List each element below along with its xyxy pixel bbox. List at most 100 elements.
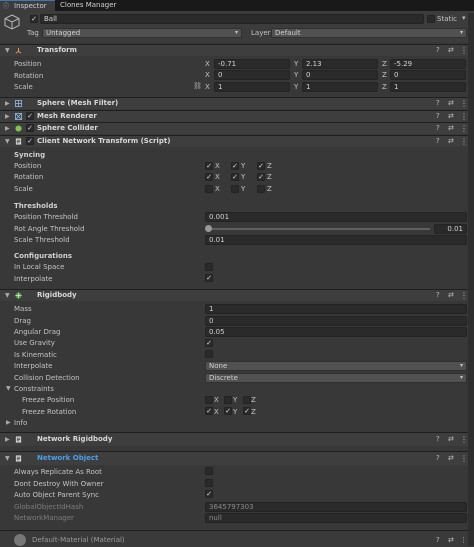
rotation-z-field[interactable]: 0 <box>390 70 466 80</box>
sync-position-x-checkbox[interactable]: ✓ <box>205 162 213 170</box>
sync-rotation-x-checkbox[interactable]: ✓ <box>205 173 213 181</box>
rotation-x-field[interactable]: 0 <box>214 70 290 80</box>
help-icon[interactable]: ? <box>436 536 440 544</box>
tag-dropdown[interactable]: Untagged ▾ <box>42 28 242 38</box>
help-icon[interactable]: ? <box>436 123 440 134</box>
cnt-interpolate-checkbox[interactable]: ✓ <box>205 274 213 282</box>
mesh-renderer-enabled-checkbox[interactable]: ✓ <box>26 112 34 120</box>
foldout-arrow-icon[interactable]: ▶ <box>5 111 10 122</box>
more-menu-icon[interactable]: ⋮ <box>460 98 468 109</box>
freeze-rotation-x-checkbox[interactable]: ✓ <box>205 407 213 415</box>
more-menu-icon[interactable]: ⋮ <box>460 45 468 56</box>
scale-y-field[interactable]: 1 <box>302 82 378 92</box>
link-icon[interactable]: ⛓ <box>193 82 202 90</box>
preset-icon[interactable]: ⇄ <box>448 433 454 446</box>
sphere-collider-header[interactable]: ▶ ✓ Sphere Collider ? ⇄ ⋮ <box>0 122 474 134</box>
mesh-renderer-header[interactable]: ▶ ✓ Mesh Renderer ? ⇄ ⋮ <box>0 110 474 122</box>
more-menu-icon[interactable]: ⋮ <box>460 290 468 301</box>
more-menu-icon[interactable]: ⋮ <box>460 123 468 134</box>
in-local-space-checkbox[interactable] <box>205 263 213 271</box>
help-icon[interactable]: ? <box>436 111 440 122</box>
collision-detection-dropdown[interactable]: Discrete ▾ <box>205 373 467 383</box>
always-replicate-checkbox[interactable] <box>205 467 213 475</box>
preset-icon[interactable]: ⇄ <box>448 536 454 544</box>
rot-angle-slider-handle[interactable] <box>205 225 212 232</box>
more-menu-icon[interactable]: ⋮ <box>460 111 468 122</box>
more-menu-icon[interactable]: ⋮ <box>460 452 468 465</box>
mass-field[interactable]: 1 <box>205 304 467 314</box>
layer-dropdown[interactable]: Default ▾ <box>271 28 467 38</box>
position-x-field[interactable]: -0.71 <box>214 59 290 69</box>
help-icon[interactable]: ? <box>436 45 440 56</box>
constraints-foldout-icon[interactable]: ▼ <box>6 385 11 392</box>
is-kinematic-checkbox[interactable] <box>205 350 213 358</box>
preset-icon[interactable]: ⇄ <box>448 136 454 147</box>
auto-parent-sync-checkbox[interactable]: ✓ <box>205 490 213 498</box>
constraints-label[interactable]: Constraints <box>14 385 54 393</box>
preset-icon[interactable]: ⇄ <box>448 290 454 301</box>
preset-icon[interactable]: ⇄ <box>448 123 454 134</box>
position-z-field[interactable]: -5.29 <box>390 59 466 69</box>
freeze-rotation-y-checkbox[interactable]: ✓ <box>224 407 232 415</box>
rotation-y-field[interactable]: 0 <box>302 70 378 80</box>
info-foldout-icon[interactable]: ▶ <box>6 419 11 426</box>
client-network-transform-header[interactable]: ▼ ✓ Client Network Transform (Script) ? ⇄… <box>0 135 474 147</box>
help-icon[interactable]: ? <box>436 98 440 109</box>
network-object-header[interactable]: ▼ Network Object ? ⇄ ⋮ <box>0 451 474 465</box>
more-menu-icon[interactable]: ⋮ <box>460 433 468 446</box>
sync-position-z-checkbox[interactable]: ✓ <box>257 162 265 170</box>
rot-angle-threshold-field[interactable]: 0.01 <box>434 224 467 234</box>
sync-scale-z-checkbox[interactable] <box>257 185 265 193</box>
info-label[interactable]: Info <box>14 419 27 427</box>
scale-threshold-field[interactable]: 0.01 <box>205 235 467 245</box>
freeze-position-x-checkbox[interactable] <box>205 396 213 404</box>
scale-z-field[interactable]: 1 <box>390 82 466 92</box>
dont-destroy-checkbox[interactable] <box>205 479 213 487</box>
more-menu-icon[interactable]: ⋮ <box>460 536 467 544</box>
help-icon[interactable]: ? <box>436 433 440 446</box>
help-icon[interactable]: ? <box>436 452 440 465</box>
tab-inspector[interactable]: ⓘ Inspector <box>0 0 55 11</box>
preset-icon[interactable]: ⇄ <box>448 98 454 109</box>
sync-rotation-z-checkbox[interactable]: ✓ <box>257 173 265 181</box>
scale-x-field[interactable]: 1 <box>214 82 290 92</box>
freeze-position-z-checkbox[interactable] <box>243 396 251 404</box>
angular-drag-field[interactable]: 0.05 <box>205 327 467 337</box>
foldout-arrow-icon[interactable]: ▼ <box>5 136 10 147</box>
sync-scale-y-checkbox[interactable] <box>231 185 239 193</box>
transform-header[interactable]: ▼ Transform ? ⇄ ⋮ <box>0 44 474 56</box>
tab-clones-manager[interactable]: Clones Manager <box>58 0 128 11</box>
position-y-field[interactable]: 2.13 <box>302 59 378 69</box>
preset-icon[interactable]: ⇄ <box>448 45 454 56</box>
foldout-arrow-icon[interactable]: ▼ <box>5 45 10 56</box>
position-threshold-field[interactable]: 0.001 <box>205 212 467 222</box>
help-icon[interactable]: ? <box>436 136 440 147</box>
vertical-scrollbar[interactable] <box>468 13 474 546</box>
sync-rotation-y-checkbox[interactable]: ✓ <box>231 173 239 181</box>
foldout-arrow-icon[interactable]: ▶ <box>5 123 10 134</box>
foldout-arrow-icon[interactable]: ▶ <box>5 98 10 109</box>
freeze-rotation-z-checkbox[interactable]: ✓ <box>243 407 251 415</box>
object-name-field[interactable]: Ball <box>40 14 424 24</box>
active-checkbox[interactable]: ✓ <box>30 15 38 23</box>
help-icon[interactable]: ? <box>436 290 440 301</box>
client-network-transform-enabled-checkbox[interactable]: ✓ <box>26 137 34 145</box>
mesh-filter-header[interactable]: ▶ Sphere (Mesh Filter) ? ⇄ ⋮ <box>0 97 474 109</box>
sync-scale-x-checkbox[interactable] <box>205 185 213 193</box>
foldout-arrow-icon[interactable]: ▼ <box>5 290 10 301</box>
freeze-position-y-checkbox[interactable] <box>224 396 232 404</box>
foldout-arrow-icon[interactable]: ▶ <box>5 433 10 446</box>
static-checkbox[interactable] <box>427 15 435 23</box>
rot-angle-slider-track[interactable] <box>208 228 430 230</box>
rigidbody-header[interactable]: ▼ Rigidbody ? ⇄ ⋮ <box>0 289 474 301</box>
sync-position-y-checkbox[interactable]: ✓ <box>231 162 239 170</box>
drag-field[interactable]: 0 <box>205 316 467 326</box>
foldout-arrow-icon[interactable]: ▼ <box>5 452 10 465</box>
network-rigidbody-header[interactable]: ▶ Network Rigidbody ? ⇄ ⋮ <box>0 432 474 446</box>
preset-icon[interactable]: ⇄ <box>448 452 454 465</box>
static-dropdown-arrow-icon[interactable]: ▾ <box>462 14 466 22</box>
sphere-collider-enabled-checkbox[interactable]: ✓ <box>26 124 34 132</box>
more-menu-icon[interactable]: ⋮ <box>460 136 468 147</box>
rb-interpolate-dropdown[interactable]: None ▾ <box>205 361 467 371</box>
preset-icon[interactable]: ⇄ <box>448 111 454 122</box>
